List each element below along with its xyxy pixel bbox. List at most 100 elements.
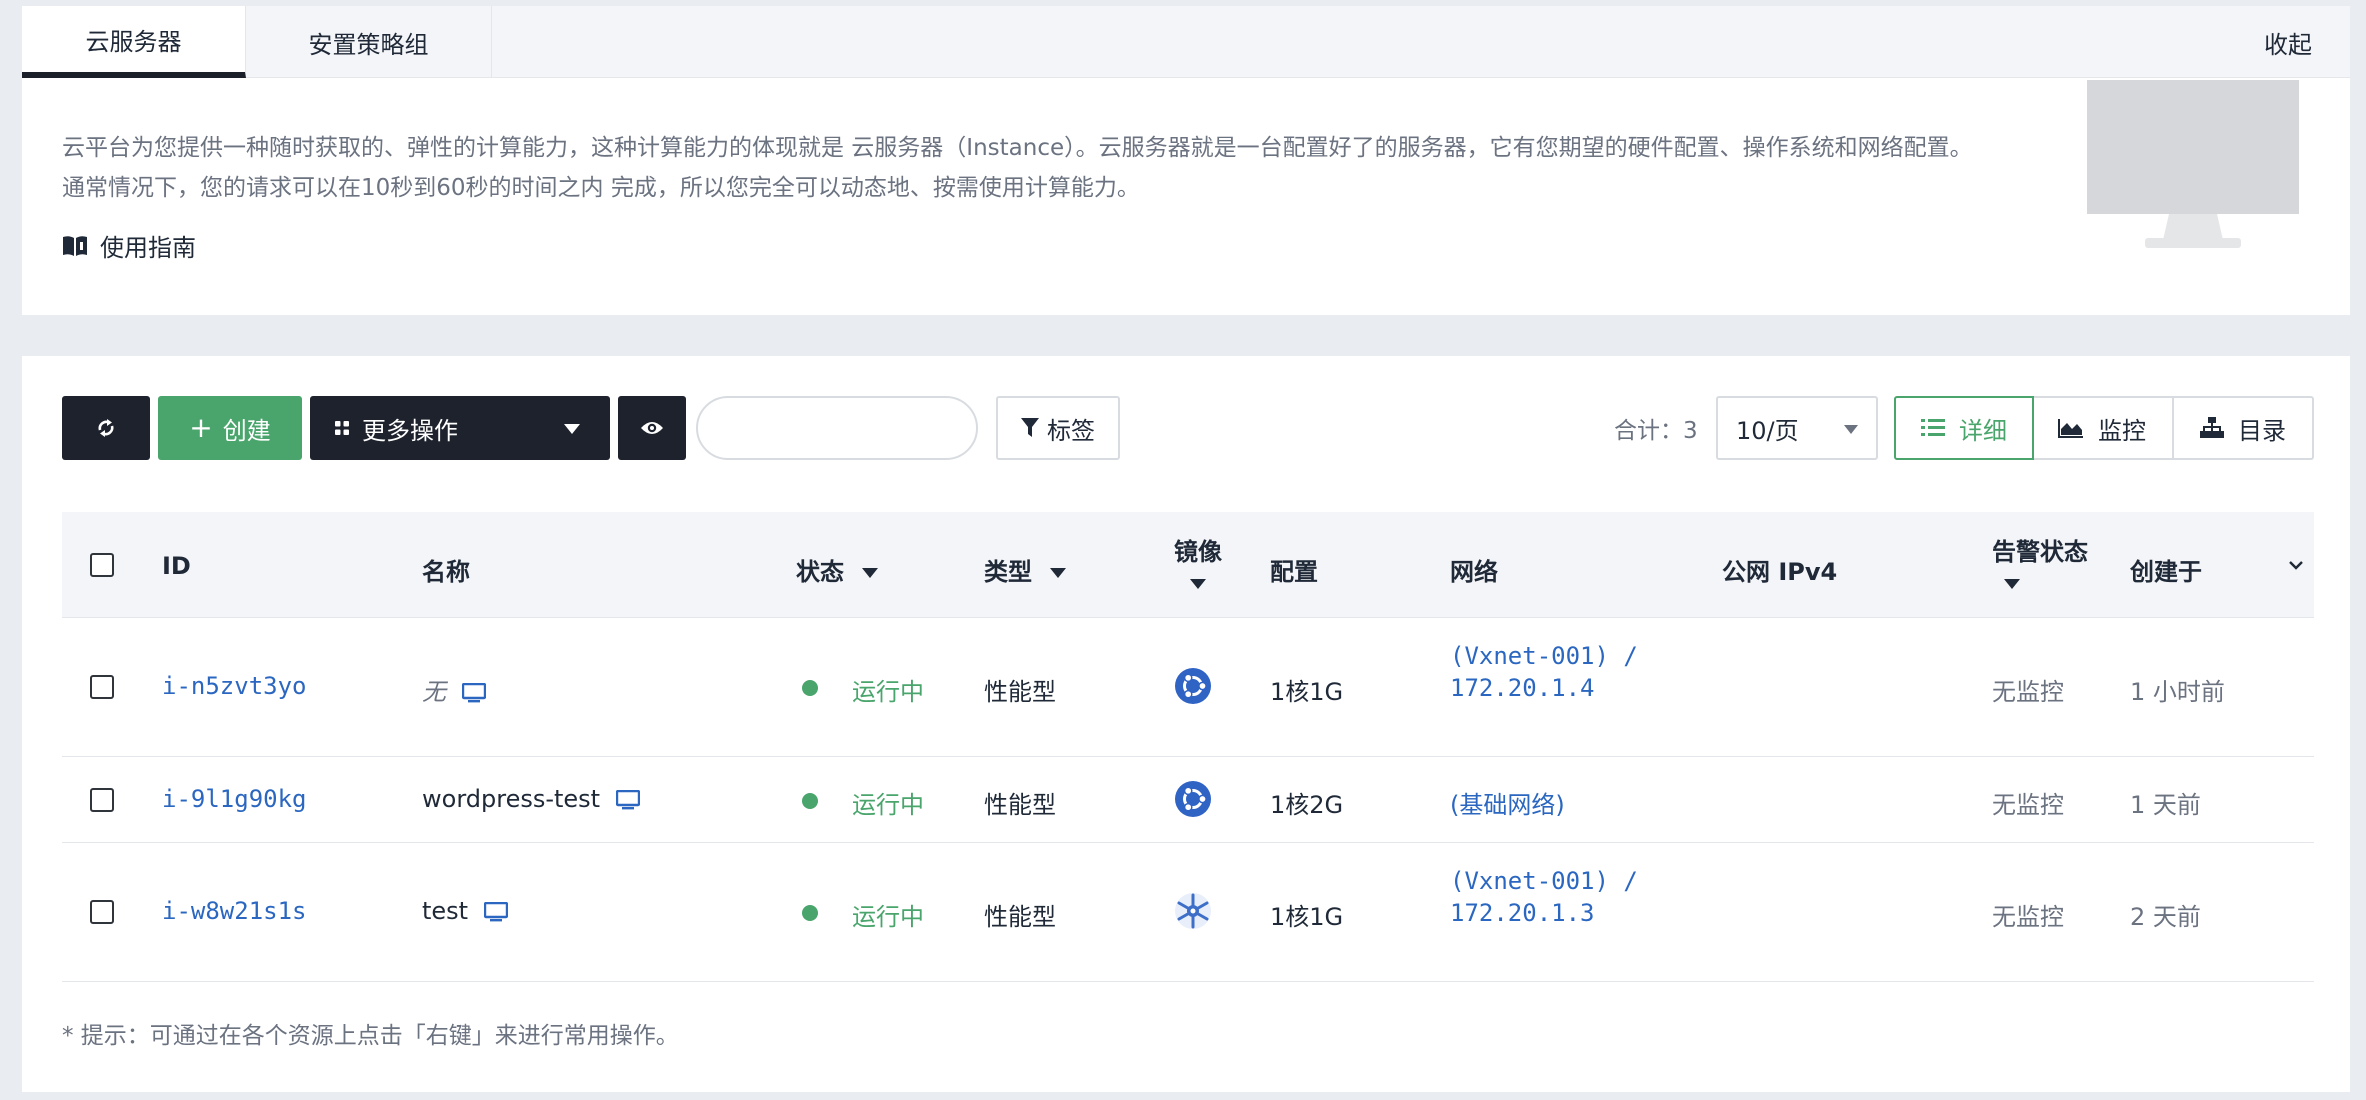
- network-link[interactable]: (基础网络): [1450, 785, 1565, 820]
- network-ip: 172.20.1.3: [1450, 899, 1595, 927]
- book-icon: [63, 235, 87, 256]
- create-label: 创建: [222, 416, 271, 445]
- console-icon[interactable]: [483, 902, 508, 922]
- col-name: 名称: [422, 558, 470, 586]
- chevron-down-icon[interactable]: [2288, 560, 2304, 570]
- alarm-status: 无监控: [1992, 903, 2064, 931]
- alarm-status: 无监控: [1992, 678, 2064, 706]
- view-monitor-button[interactable]: 监控: [2032, 396, 2174, 460]
- instance-type: 性能型: [984, 678, 1056, 706]
- col-type-label: 类型: [984, 558, 1032, 586]
- instance-type: 性能型: [984, 791, 1056, 819]
- instance-id-link[interactable]: i-w8w21s1s: [162, 897, 307, 925]
- tab-instances[interactable]: 云服务器: [22, 6, 246, 78]
- plus-icon: +: [189, 411, 213, 444]
- view-detail-button[interactable]: 详细: [1894, 396, 2034, 460]
- caret-down-icon: [1050, 568, 1067, 578]
- tab-placement-groups[interactable]: 安置策略组: [246, 6, 492, 78]
- view-catalog-button[interactable]: 目录: [2174, 396, 2314, 460]
- list-icon: [1921, 419, 1945, 436]
- network-name: (Vxnet-001) /: [1450, 867, 1638, 895]
- row-checkbox[interactable]: [90, 788, 114, 812]
- status-dot: [802, 905, 818, 921]
- refresh-icon: [98, 419, 114, 437]
- col-alarm-label: 告警状态: [1992, 538, 2088, 566]
- instance-name-text: test: [422, 897, 469, 925]
- network-ip: 172.20.1.4: [1450, 674, 1595, 702]
- col-public-ipv4: 公网 IPv4: [1722, 558, 1838, 586]
- visibility-toggle-button[interactable]: [618, 396, 686, 460]
- console-icon[interactable]: [461, 683, 486, 703]
- col-image-label: 镜像: [1174, 538, 1222, 566]
- instance-config: 1核1G: [1270, 903, 1344, 931]
- instance-id-link[interactable]: i-n5zvt3yo: [162, 672, 307, 700]
- refresh-button[interactable]: [62, 396, 150, 460]
- col-image[interactable]: 镜像: [1174, 532, 1222, 595]
- user-guide-link[interactable]: 使用指南: [62, 228, 196, 263]
- instance-name-text: 无: [422, 678, 446, 706]
- instance-name: wordpress-test: [422, 785, 640, 813]
- grid-icon: [335, 421, 349, 435]
- alarm-status: 无监控: [1992, 791, 2064, 819]
- select-all-checkbox[interactable]: [90, 553, 114, 577]
- view-catalog-label: 目录: [2238, 416, 2286, 445]
- total-count: 合计：3: [1614, 418, 1698, 444]
- intro-card: 云服务器 安置策略组 收起 云平台为您提供一种随时获取的、弹性的计算能力，这种计…: [22, 6, 2350, 315]
- col-type[interactable]: 类型: [984, 552, 1067, 587]
- instance-id-link[interactable]: i-9l1g90kg: [162, 785, 307, 813]
- col-id: ID: [162, 552, 191, 580]
- page-size-select[interactable]: 10/页: [1716, 396, 1878, 460]
- instance-name: test: [422, 897, 508, 925]
- created-time: 2 天前: [2130, 903, 2201, 931]
- network-name: (基础网络): [1450, 791, 1565, 819]
- snowflake-os-icon: [1175, 893, 1211, 929]
- ubuntu-icon: [1175, 781, 1211, 817]
- page-size-value: 10/页: [1736, 416, 1799, 445]
- tab-bar: 云服务器 安置策略组 收起: [22, 6, 2350, 78]
- search-input[interactable]: [696, 396, 978, 460]
- instance-config: 1核1G: [1270, 678, 1344, 706]
- caret-down-icon: [2004, 579, 2020, 589]
- filter-icon: [1021, 418, 1039, 437]
- tag-filter-button[interactable]: 标签: [996, 396, 1120, 460]
- more-actions-label: 更多操作: [362, 416, 458, 445]
- status-text: 运行中: [852, 678, 924, 706]
- col-config: 配置: [1270, 558, 1318, 586]
- user-guide-label: 使用指南: [100, 234, 196, 262]
- table-row[interactable]: i-w8w21s1s test 运行中 性能型 1核1G (Vxnet-001)…: [62, 843, 2314, 982]
- instance-type: 性能型: [984, 903, 1056, 931]
- more-actions-dropdown[interactable]: 更多操作: [310, 396, 610, 460]
- intro-text: 云平台为您提供一种随时获取的、弹性的计算能力，这种计算能力的体现就是 云服务器（…: [62, 135, 1973, 201]
- console-icon[interactable]: [615, 790, 640, 810]
- row-checkbox[interactable]: [90, 900, 114, 924]
- status-dot: [802, 680, 818, 696]
- table-row[interactable]: i-n5zvt3yo 无 运行中 性能型 1核1G (Vxnet-001) / …: [62, 618, 2314, 757]
- caret-down-icon: [862, 568, 879, 578]
- caret-down-icon: [564, 424, 580, 434]
- instance-name: 无: [422, 672, 486, 707]
- network-link[interactable]: (Vxnet-001) / 172.20.1.4: [1450, 640, 1638, 704]
- network-link[interactable]: (Vxnet-001) / 172.20.1.3: [1450, 865, 1638, 929]
- network-name: (Vxnet-001) /: [1450, 642, 1638, 670]
- create-button[interactable]: + 创建: [158, 396, 302, 460]
- instance-config: 1核2G: [1270, 791, 1344, 819]
- col-network: 网络: [1450, 558, 1498, 586]
- row-checkbox[interactable]: [90, 675, 114, 699]
- caret-down-icon: [1190, 579, 1206, 589]
- created-time: 1 天前: [2130, 791, 2201, 819]
- monitor-illustration: [2087, 80, 2299, 248]
- view-detail-label: 详细: [1959, 416, 2007, 445]
- view-monitor-label: 监控: [2098, 416, 2146, 445]
- table-row[interactable]: i-9l1g90kg wordpress-test 运行中 性能型 1核2G (…: [62, 757, 2314, 843]
- status-dot: [802, 793, 818, 809]
- collapse-button[interactable]: 收起: [2264, 6, 2312, 78]
- table-header: ID 名称 状态 类型 镜像 配置 网络 公网 IPv4 告警状态 创建于: [62, 512, 2314, 618]
- instance-name-text: wordpress-test: [422, 785, 601, 813]
- col-alarm[interactable]: 告警状态: [1992, 532, 2088, 595]
- sitemap-icon: [2200, 417, 2224, 438]
- status-text: 运行中: [852, 791, 924, 819]
- status-text: 运行中: [852, 903, 924, 931]
- tag-filter-label: 标签: [1047, 416, 1095, 445]
- created-time: 1 小时前: [2130, 678, 2225, 706]
- col-status[interactable]: 状态: [796, 552, 879, 587]
